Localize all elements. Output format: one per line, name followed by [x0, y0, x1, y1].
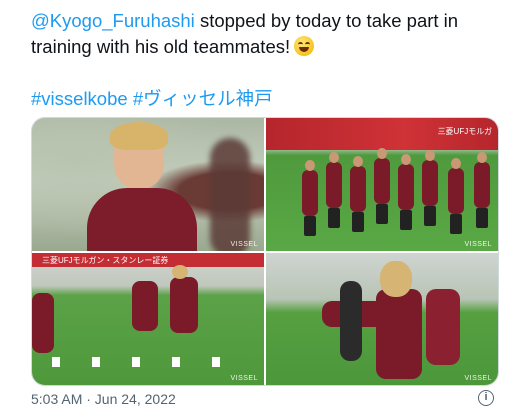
hashtag-visselkobe-link[interactable]: #visselkobe — [31, 88, 128, 109]
photo-smiling-player[interactable]: VISSEL — [32, 118, 264, 251]
hashtag-vissel-jp-link[interactable]: #ヴィッセル神戸 — [133, 88, 273, 109]
sponsor-banner: 三菱UFJモルガン・スタンレー証券 — [32, 252, 264, 267]
tweet-text-line1: stopped by today to take part in — [199, 10, 459, 31]
grinning-emoji-icon — [294, 36, 315, 56]
tweet-text-line2: training with his old teammates! — [31, 36, 291, 57]
media-grid: VISSEL 三菱UFJモルガ VISSEL 三菱UFJモルガン・スタンレー証券… — [31, 117, 499, 386]
info-icon[interactable]: i — [478, 390, 494, 406]
photo-player-pointing[interactable]: VISSEL — [266, 252, 498, 385]
tweet-timestamp[interactable]: 5:03 AM · Jun 24, 2022 — [31, 391, 176, 407]
vissel-watermark: VISSEL — [230, 240, 258, 248]
photo-kick-drill[interactable]: 三菱UFJモルガン・スタンレー証券 VISSEL — [32, 252, 264, 385]
tweet-text: @Kyogo_Furuhashi stopped by today to tak… — [31, 8, 501, 112]
photo-team-running[interactable]: 三菱UFJモルガ VISSEL — [266, 118, 498, 251]
sponsor-banner: 三菱UFJモルガ — [266, 118, 498, 150]
vissel-watermark: VISSEL — [464, 240, 492, 248]
mention-link[interactable]: @Kyogo_Furuhashi — [31, 10, 195, 31]
vissel-watermark: VISSEL — [230, 375, 258, 382]
vissel-watermark: VISSEL — [464, 375, 492, 382]
